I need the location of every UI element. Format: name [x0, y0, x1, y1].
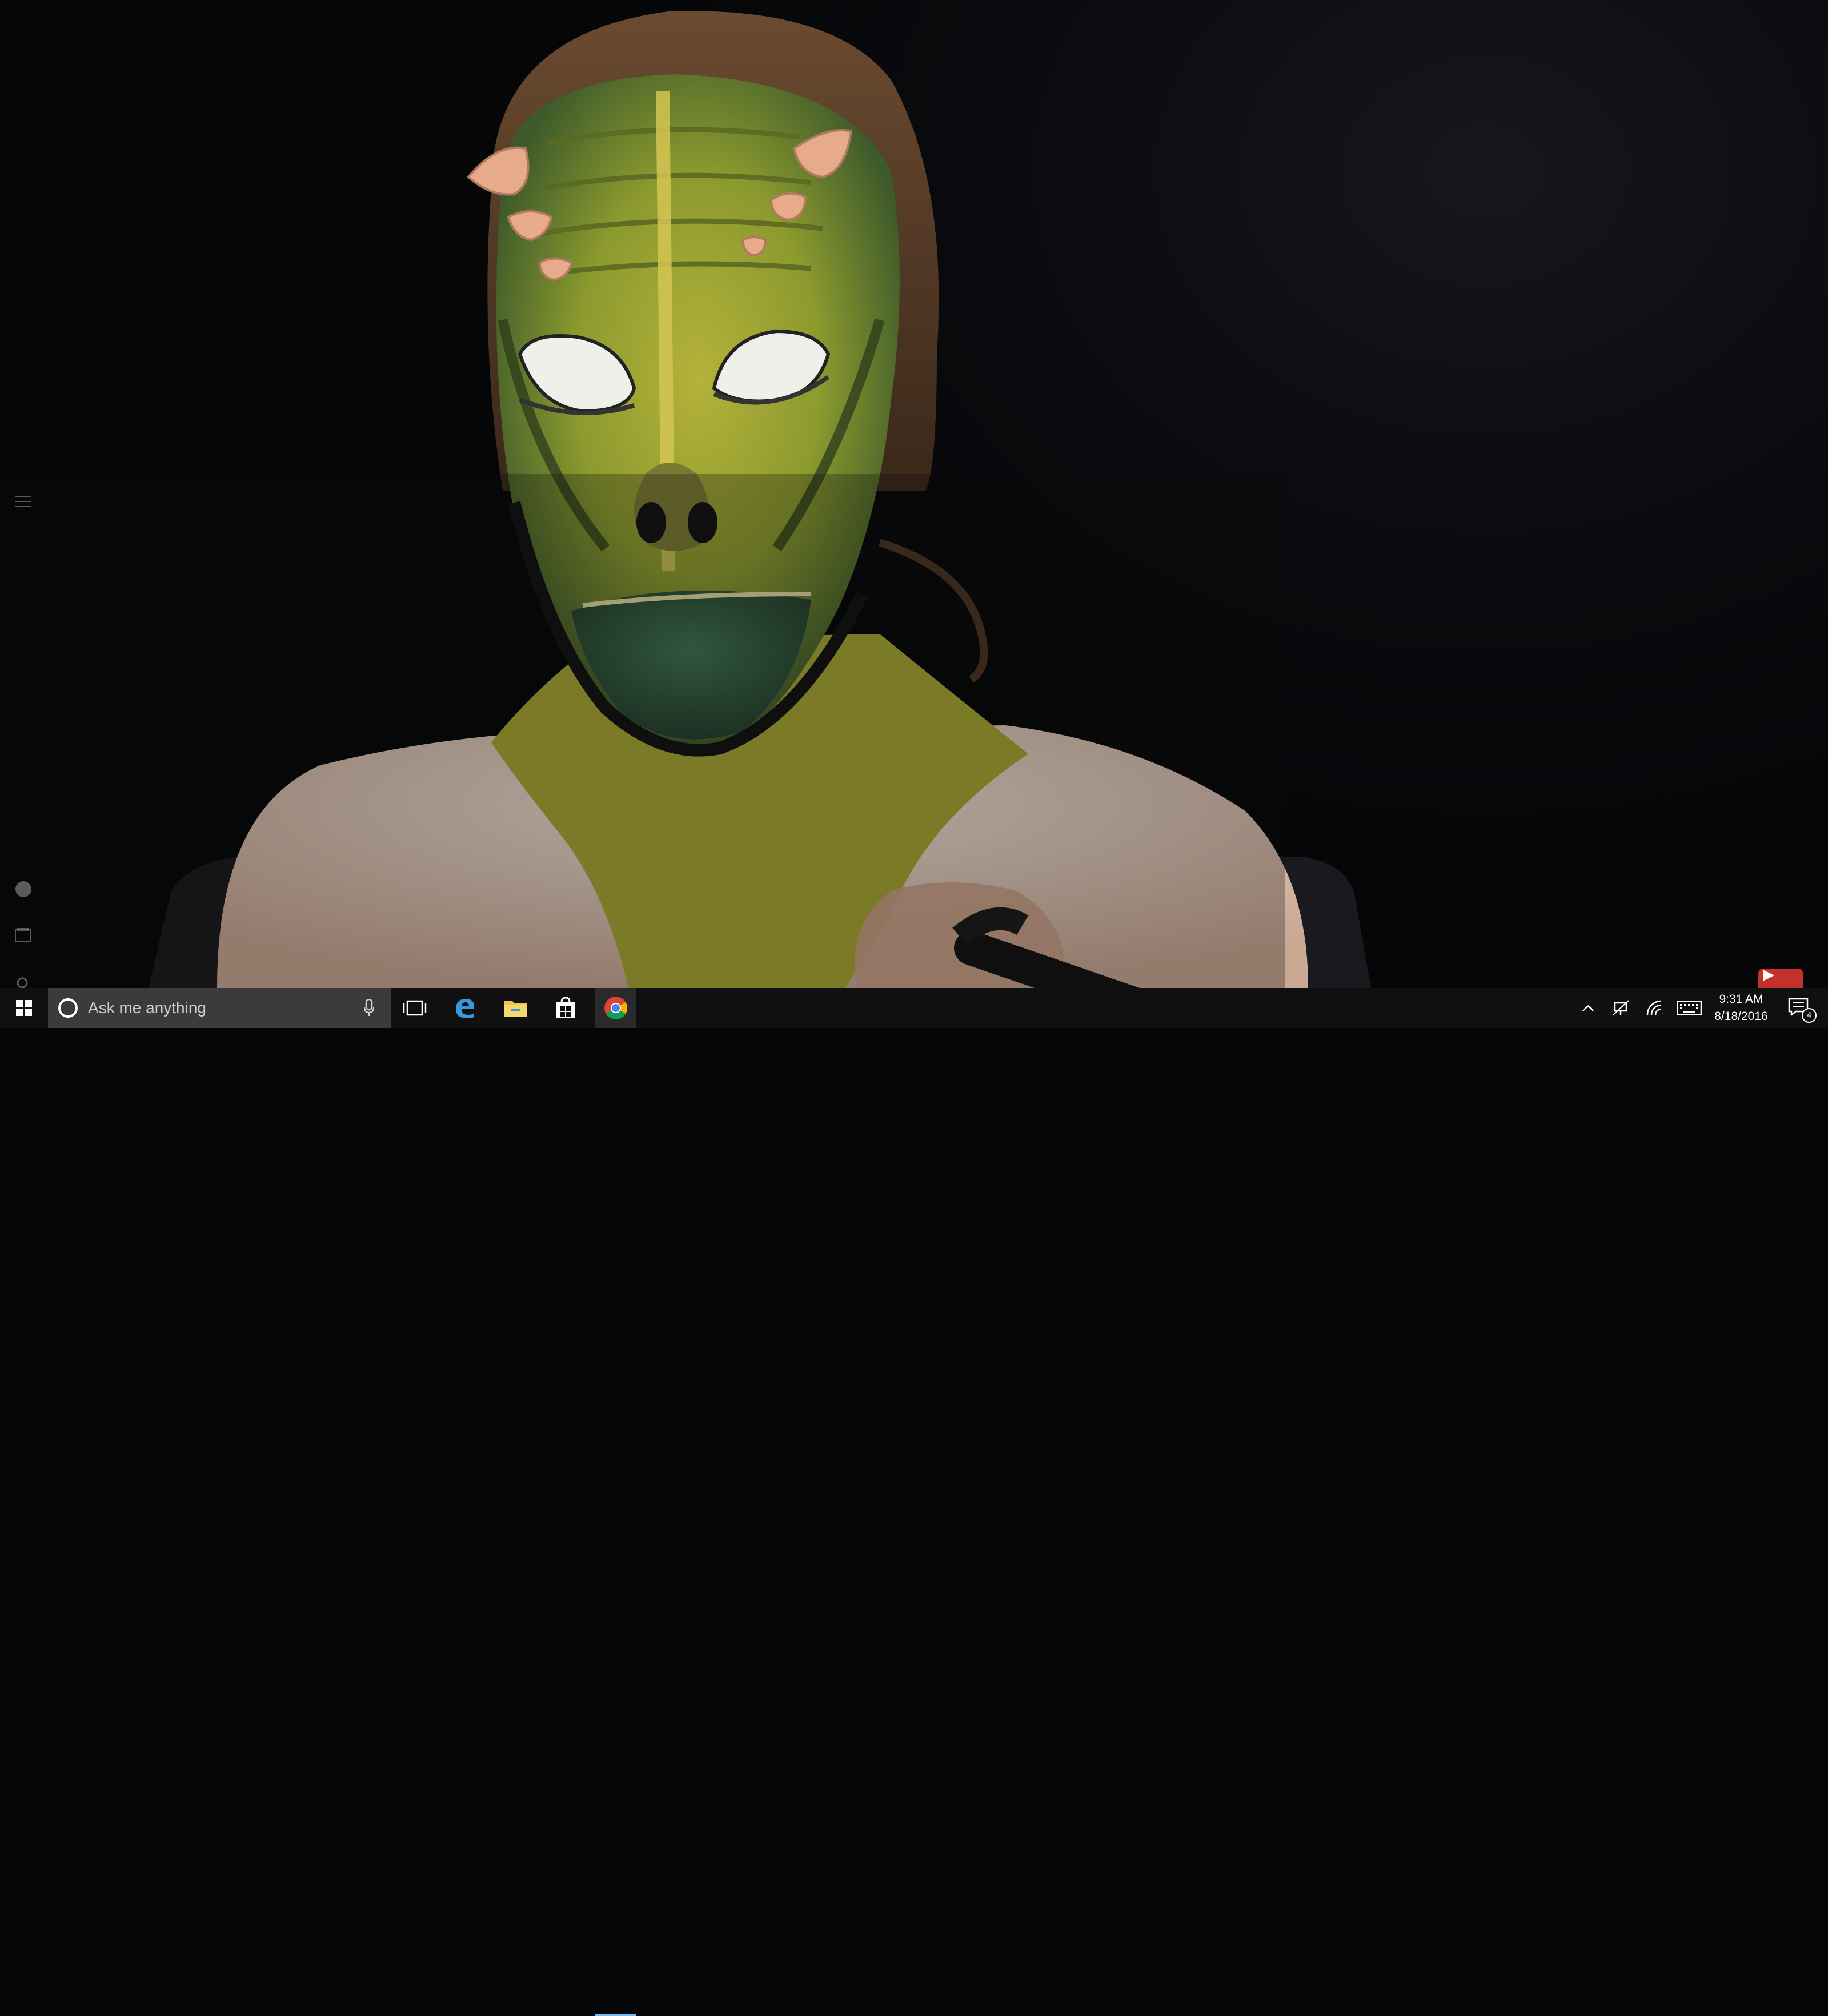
taskbar: Ask me anything 9:31 AM 8/18/2016 4 [0, 988, 1828, 2016]
keyboard-icon [1677, 1001, 1702, 1015]
cortana-search-box[interactable]: Ask me anything [48, 988, 391, 1028]
network-tray-button[interactable] [1606, 988, 1635, 1028]
clock[interactable]: 9:31 AM 8/18/2016 [1708, 988, 1774, 1028]
notification-count-badge: 4 [1802, 1008, 1817, 1023]
user-avatar-icon[interactable] [15, 881, 32, 898]
hamburger-menu-icon[interactable] [15, 496, 32, 513]
cortana-icon [58, 998, 78, 1018]
chevron-up-icon [1582, 1005, 1594, 1011]
start-button[interactable] [0, 988, 48, 1028]
chrome-icon [604, 997, 627, 1019]
file-explorer-button[interactable] [495, 988, 536, 1028]
chrome-button[interactable] [595, 988, 636, 1028]
store-icon [556, 997, 575, 1018]
microphone-icon[interactable] [358, 997, 380, 1019]
windows-logo-icon [16, 1000, 32, 1016]
clock-date: 8/18/2016 [1714, 1010, 1768, 1023]
action-center-button[interactable]: 4 [1778, 988, 1821, 1028]
wifi-icon [1646, 1000, 1662, 1015]
video-frame[interactable] [0, 0, 1828, 988]
search-placeholder: Ask me anything [88, 999, 206, 1017]
edge-button[interactable] [444, 988, 486, 1028]
network-icon [1612, 1000, 1629, 1016]
store-button[interactable] [545, 988, 586, 1028]
file-explorer-icon [504, 1001, 527, 1017]
youtube-icon[interactable] [1758, 969, 1803, 988]
documents-icon[interactable] [15, 928, 32, 945]
task-view-button[interactable] [394, 988, 435, 1028]
touch-keyboard-button[interactable] [1675, 988, 1703, 1028]
chrome-active-indicator [595, 2014, 636, 2016]
clock-time: 9:31 AM [1719, 993, 1763, 1006]
settings-icon[interactable] [15, 975, 32, 988]
wifi-tray-button[interactable] [1641, 988, 1669, 1028]
task-view-icon [403, 1000, 427, 1016]
edge-icon [456, 999, 474, 1018]
start-menu-overlay [0, 474, 1285, 988]
show-hidden-icons-button[interactable] [1577, 988, 1600, 1028]
